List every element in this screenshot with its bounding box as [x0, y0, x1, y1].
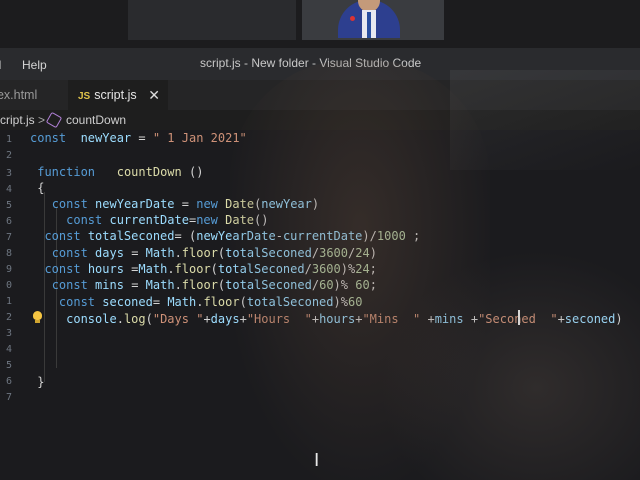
tab-label: script.js [94, 88, 137, 102]
breadcrumb-file[interactable]: script.js [0, 110, 35, 130]
cube-method-icon [45, 111, 63, 129]
close-icon[interactable]: ✕ [148, 80, 160, 110]
line-number: 5 [6, 360, 13, 371]
tab-script-js[interactable]: JS script.js ✕ [68, 80, 168, 110]
line-number: 1 [6, 296, 13, 307]
line-number: 9 [6, 264, 13, 275]
breadcrumb-symbol[interactable]: countDown [66, 110, 126, 130]
line-number: 4 [6, 344, 13, 355]
line-number: 6 [6, 216, 13, 227]
code-line-1[interactable]: const newYear = " 1 Jan 2021" [30, 130, 247, 146]
lightbulb-icon[interactable] [33, 311, 42, 323]
line-number: 3 [6, 328, 13, 339]
line-number: 2 [6, 312, 13, 323]
code-editor[interactable]: 1 2 3 4 5 6 7 8 9 0 1 2 3 4 5 6 7 const … [0, 130, 640, 480]
code-line-11[interactable]: const seconed= Math.floor(totalSeconed)%… [30, 294, 363, 310]
video-call-strip [0, 0, 640, 48]
line-number: 5 [6, 200, 13, 211]
js-file-icon: JS [78, 91, 91, 102]
line-number: 3 [6, 168, 13, 179]
title-bar: al Help script.js - New folder - Visual … [0, 48, 640, 80]
chevron-right-icon: > [38, 113, 46, 127]
mouse-ibeam-icon: I [314, 450, 320, 471]
code-line-4[interactable]: { [30, 180, 44, 196]
line-number: 7 [6, 232, 13, 243]
line-number: 4 [6, 184, 13, 195]
menu-help[interactable]: Help [22, 58, 47, 72]
line-number: 6 [6, 376, 13, 387]
text-cursor [518, 310, 520, 325]
line-number: 7 [6, 392, 13, 403]
code-line-8[interactable]: const days = Math.floor(totalSeconed/360… [30, 245, 377, 261]
code-line-16[interactable]: } [30, 374, 44, 390]
line-number: 0 [6, 280, 13, 291]
breadcrumb: script.js > countDown [0, 110, 640, 130]
line-number-gutter: 1 2 3 4 5 6 7 8 9 0 1 2 3 4 5 6 7 [0, 130, 20, 480]
code-line-10[interactable]: const mins = Math.floor(totalSeconed/60)… [30, 277, 377, 293]
menu-view[interactable]: al [0, 58, 1, 72]
line-number: 1 [6, 134, 13, 145]
code-line-6[interactable]: const currentDate=new Date() [30, 212, 268, 228]
tab-index-html[interactable]: dex.html [0, 80, 62, 110]
video-thumbnail-person[interactable] [302, 0, 444, 40]
window-title: script.js - New folder - Visual Studio C… [200, 56, 422, 70]
code-line-12[interactable]: console.log("Days "+days+"Hours "+hours+… [30, 311, 622, 327]
code-line-7[interactable]: const totalSeconed= (newYearDate-current… [30, 228, 420, 244]
code-line-5[interactable]: const newYearDate = new Date(newYear) [30, 196, 319, 212]
participant-avatar [338, 0, 400, 38]
tab-label: dex.html [0, 88, 38, 102]
video-thumbnail[interactable] [128, 0, 296, 40]
editor-tab-bar: dex.html JSscript.js ✕ [0, 80, 640, 110]
line-number: 2 [6, 150, 13, 161]
line-number: 8 [6, 248, 13, 259]
code-line-9[interactable]: const hours =Math.floor(totalSeconed/360… [30, 261, 376, 277]
code-line-3[interactable]: function countDown () [30, 164, 203, 180]
